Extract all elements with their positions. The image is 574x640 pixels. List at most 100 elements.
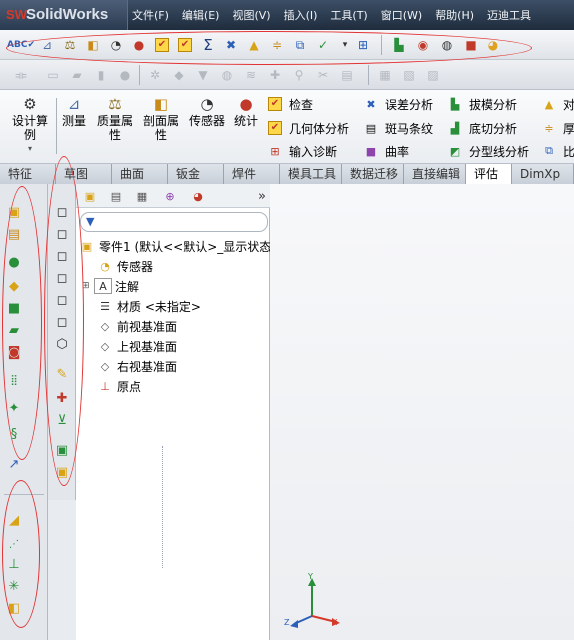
menu-maidi-tools[interactable]: 迈迪工具 xyxy=(487,7,531,23)
caution-icon[interactable]: ▲ xyxy=(245,36,263,54)
menu-file[interactable]: 文件(F) xyxy=(132,7,169,23)
point-icon[interactable]: ✳ xyxy=(4,576,24,596)
statistics-icon[interactable]: ● xyxy=(130,36,148,54)
sum-icon[interactable]: Σ xyxy=(199,36,217,54)
sphere-icon[interactable]: ◕ xyxy=(484,36,502,54)
tab-mold-tools[interactable]: 模具工具 xyxy=(280,164,342,184)
import-icon[interactable]: ⊞ xyxy=(354,36,372,54)
property-manager-tab-icon[interactable]: ▤ xyxy=(106,187,126,205)
isometric-view-icon[interactable]: ⬡ xyxy=(52,334,72,354)
smart-dimension-icon[interactable]: ✚ xyxy=(52,388,72,408)
app-logo[interactable]: SW SolidWorks xyxy=(0,0,128,30)
tree-root[interactable]: ▣ 零件1 (默认<<默认>_显示状态 xyxy=(78,236,272,256)
tab-sketch[interactable]: 草图 xyxy=(56,164,112,184)
mirror-icon[interactable]: ✦ xyxy=(4,398,24,418)
menu-edit[interactable]: 编辑(E) xyxy=(182,7,220,23)
geometry-analysis-icon[interactable]: ✔ xyxy=(176,36,194,54)
tab-data-migration[interactable]: 数据迁移 xyxy=(342,164,404,184)
tab-dimxpert[interactable]: DimXp xyxy=(512,164,574,184)
tree-item-right-plane[interactable]: ◇ 右视基准面 xyxy=(96,356,177,376)
configuration-manager-tab-icon[interactable]: ▦ xyxy=(132,187,152,205)
curvature-icon[interactable]: ✓ xyxy=(314,36,332,54)
geometry-analysis-button[interactable]: ✔ 几何体分析 xyxy=(266,118,349,138)
sketch-icon[interactable]: ✎ xyxy=(52,364,72,384)
tree-filter-input[interactable]: ▼ xyxy=(80,212,268,232)
tree-item-origin[interactable]: ⊥ 原点 xyxy=(96,376,141,396)
tab-evaluate[interactable]: 评估 xyxy=(466,164,512,184)
chamfer-icon[interactable]: ▰ xyxy=(4,320,24,340)
undercut-analysis-button[interactable]: ▟ 底切分析 xyxy=(446,118,517,138)
menu-window[interactable]: 窗口(W) xyxy=(381,7,422,23)
sensor-button[interactable]: ◔ 传感器 xyxy=(186,94,228,128)
feature-tree-tab-icon[interactable]: ▣ xyxy=(80,187,100,205)
tree-item-front-plane[interactable]: ◇ 前视基准面 xyxy=(96,316,177,336)
loft-icon[interactable]: ◆ xyxy=(4,276,24,296)
menu-view[interactable]: 视图(V) xyxy=(232,7,270,23)
tab-sheet-metal[interactable]: 钣金 xyxy=(168,164,224,184)
check-icon[interactable]: ✔ xyxy=(153,36,171,54)
zebra-icon[interactable]: ◉ xyxy=(414,36,432,54)
draft-icon[interactable]: ▙ xyxy=(390,36,408,54)
color-icon[interactable]: ■ xyxy=(462,36,480,54)
revolve-icon[interactable]: ▤ xyxy=(4,224,24,244)
spell-check-icon[interactable]: ABC✔ xyxy=(7,36,35,54)
top-view-icon[interactable]: ◻ xyxy=(52,290,72,310)
coordinate-system-icon[interactable]: ⊥ xyxy=(4,554,24,574)
compare-button[interactable]: ⧉ 比 xyxy=(540,141,574,161)
draft-analysis-button[interactable]: ▙ 拔模分析 xyxy=(446,94,517,114)
fillet-icon[interactable]: ■ xyxy=(4,298,24,318)
mass-properties-button[interactable]: ⚖ 质量属性 xyxy=(92,94,138,142)
tab-direct-editing[interactable]: 直接编辑 xyxy=(404,164,466,184)
check-mark-icon[interactable]: ◍ xyxy=(438,36,456,54)
tree-item-top-plane[interactable]: ◇ 上视基准面 xyxy=(96,336,177,356)
extrude-icon[interactable]: ▣ xyxy=(4,202,24,222)
instant3d-icon[interactable]: ↗ xyxy=(4,454,24,474)
back-view-icon[interactable]: ◻ xyxy=(52,224,72,244)
front-view-icon[interactable]: ◻ xyxy=(52,202,72,222)
tree-item-sensors[interactable]: ◔ 传感器 xyxy=(96,256,153,276)
deviation-analysis-button[interactable]: ✖ 误差分析 xyxy=(362,94,433,114)
zebra-stripes-button[interactable]: ▤ 斑马条纹 xyxy=(362,118,433,138)
thickness-icon[interactable]: ≑ xyxy=(268,36,286,54)
statistics-button[interactable]: ● 统计 xyxy=(232,94,260,128)
pattern-icon[interactable]: ⣿ xyxy=(4,370,24,390)
menu-tools[interactable]: 工具(T) xyxy=(330,7,367,23)
parting-line-analysis-button[interactable]: ◩ 分型线分析 xyxy=(446,141,529,161)
reference-geometry-icon[interactable]: ◢ xyxy=(4,510,24,530)
plane-icon[interactable]: ▣ xyxy=(52,440,72,460)
left-view-icon[interactable]: ◻ xyxy=(52,246,72,266)
relations-icon[interactable]: ⊻ xyxy=(52,410,72,430)
compare-icon[interactable]: ⧉ xyxy=(291,36,309,54)
bottom-view-icon[interactable]: ◻ xyxy=(52,312,72,332)
panel-expand-button[interactable]: » xyxy=(252,187,272,205)
display-manager-tab-icon[interactable]: ◕ xyxy=(188,187,208,205)
measure-icon[interactable]: ⊿ xyxy=(38,36,56,54)
shell-icon[interactable]: ◙ xyxy=(4,342,24,362)
section-properties-icon[interactable]: ◧ xyxy=(84,36,102,54)
menu-help[interactable]: 帮助(H) xyxy=(435,7,474,23)
mate-reference-icon[interactable]: ◧ xyxy=(4,598,24,618)
graphics-area[interactable]: Y X Z xyxy=(270,184,574,640)
measure-button[interactable]: ⊿ 测量 xyxy=(60,94,88,128)
component-icon[interactable]: ▣ xyxy=(52,462,72,482)
sensor-icon[interactable]: ◔ xyxy=(107,36,125,54)
check-button[interactable]: ✔ 检查 xyxy=(266,94,313,114)
expand-toggle-icon[interactable]: ⊞ xyxy=(82,281,94,291)
mass-properties-icon[interactable]: ⚖ xyxy=(61,36,79,54)
symmetry-check-button[interactable]: ▲ 对 xyxy=(540,94,574,114)
import-diagnostics-button[interactable]: ⊞ 输入诊断 xyxy=(266,141,337,161)
design-study-button[interactable]: ⚙ 设计算例 ▾ xyxy=(8,94,52,156)
deviation-icon[interactable]: ✖ xyxy=(222,36,240,54)
right-view-icon[interactable]: ◻ xyxy=(52,268,72,288)
curvature-button[interactable]: ■ 曲率 xyxy=(362,141,409,161)
dropdown-icon[interactable]: ▾ xyxy=(336,36,354,54)
axis-icon[interactable]: ⋰ xyxy=(4,534,24,554)
tab-surfaces[interactable]: 曲面 xyxy=(112,164,168,184)
section-properties-button[interactable]: ◧ 剖面属性 xyxy=(140,94,182,142)
tree-item-material[interactable]: ☰ 材质 <未指定> xyxy=(96,296,201,316)
tab-features[interactable]: 特征 xyxy=(0,164,56,184)
curve-icon[interactable]: § xyxy=(4,424,24,444)
menu-insert[interactable]: 插入(I) xyxy=(284,7,318,23)
tree-item-annotations[interactable]: ⊞ A 注解 xyxy=(82,276,139,296)
sweep-icon[interactable]: ● xyxy=(4,252,24,272)
